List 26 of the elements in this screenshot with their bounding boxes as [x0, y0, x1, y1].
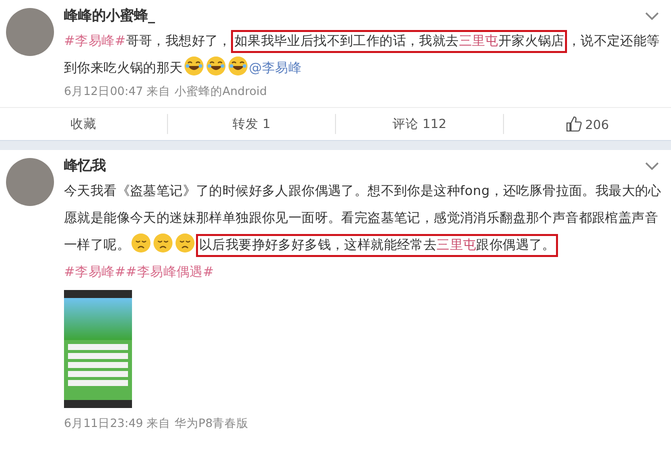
author-name[interactable]: 峰峰的小蜜蜂_	[64, 7, 155, 25]
laughing-emoji-icon	[228, 56, 248, 76]
highlight-box: 如果我毕业后找不到工作的话，我就去三里屯开家火锅店	[231, 30, 568, 53]
action-button[interactable]: 评论 112	[388, 114, 450, 134]
sad-emoji-icon	[153, 233, 173, 253]
sad-emoji-icon	[131, 233, 151, 253]
laughing-emoji-icon	[184, 56, 204, 76]
post-text: 今天我看《盗墓笔记》了的时候好多人跟你偶遇了。想不到你是这种fong，还吃豚骨拉面。我最大的心愿就是能像今天的迷妹那样单独跟你见一面呀。看完盗墓笔记，感觉消消乐翻盘那个声音都跟棺盖声音一样了呢。 以后我要挣好多好多钱，这样就能经常去三里屯跟你偶遇了。 #李易峰##李易峰偶遇#	[64, 183, 662, 282]
chevron-down-icon[interactable]	[645, 162, 659, 170]
sad-emoji-icon	[175, 233, 195, 253]
post-text: #李易峰#哥哥，我想好了， 如果我毕业后找不到工作的话，我就去三里屯开家火锅店 ，说不定还能等到你来吃火锅的那天 @李易峰	[64, 28, 665, 82]
thumbs-up-icon	[566, 116, 582, 132]
highlight-box: 以后我要挣好多好多钱，这样就能经常去三里屯跟你偶遇了。	[196, 234, 558, 257]
post-meta: 6月11日23:49 来自 华为P8青春版	[64, 416, 250, 431]
place-link[interactable]: 三里屯	[436, 238, 476, 253]
action-button[interactable]: 收藏	[66, 114, 100, 134]
avatar-photo-placeholder[interactable]	[6, 8, 54, 56]
laughing-emoji-icon	[206, 56, 226, 76]
chevron-down-icon[interactable]	[645, 12, 659, 20]
post-meta: 6月12日00:47 来自 小蜜蜂的Android	[64, 84, 268, 99]
place-link[interactable]: 三里屯	[458, 34, 498, 49]
mention-link[interactable]: @李易峰	[248, 61, 302, 76]
avatar-photo-placeholder[interactable]	[6, 158, 54, 206]
like-button[interactable]: 206	[562, 114, 613, 134]
action-button[interactable]: 转发 1	[228, 114, 274, 134]
author-name[interactable]: 峰忆我	[64, 157, 106, 175]
